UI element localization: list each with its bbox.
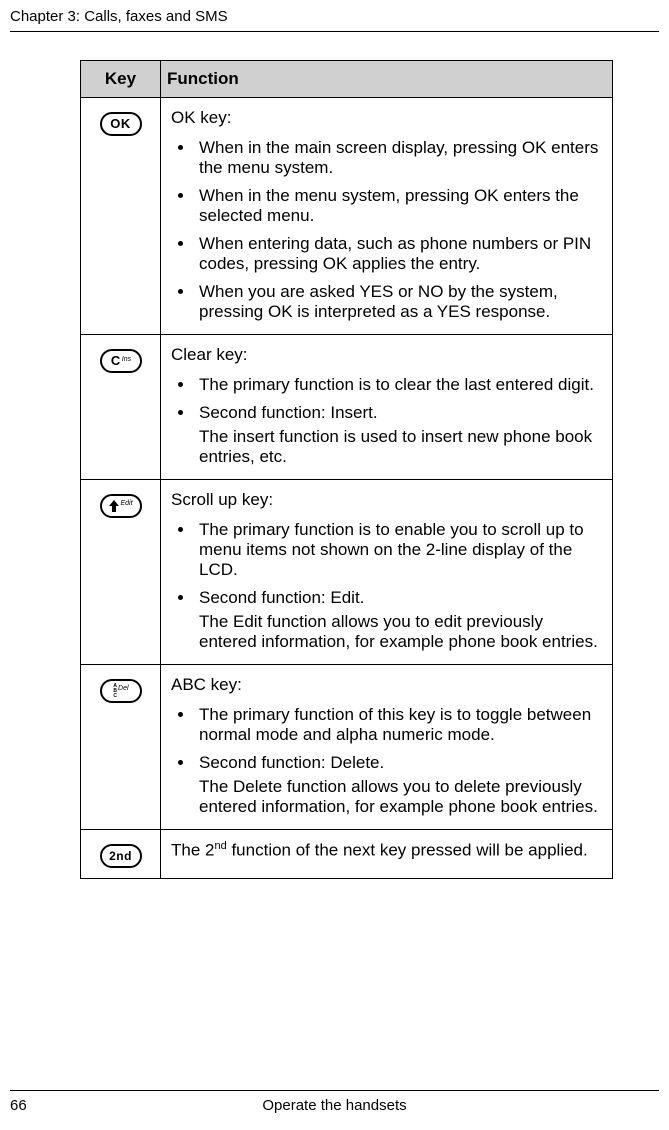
function-cell: The 2nd function of the next key pressed… — [161, 830, 613, 879]
list-item: When entering data, such as phone number… — [195, 234, 602, 274]
list-text: The primary function of this key is to t… — [199, 705, 591, 744]
function-cell: OK key: When in the main screen display,… — [161, 98, 613, 335]
key-cell-abc: ABCDel — [81, 665, 161, 830]
list-item: When in the menu system, pressing OK ent… — [195, 186, 602, 226]
function-cell: Scroll up key: The primary function is t… — [161, 480, 613, 665]
list-item: When you are asked YES or NO by the syst… — [195, 282, 602, 322]
function-plain-text: The 2nd function of the next key pressed… — [171, 840, 602, 861]
clear-key-icon: CIns — [100, 349, 142, 373]
key-cell-clear: CIns — [81, 335, 161, 480]
list-item: Second function: Delete. The Delete func… — [195, 753, 602, 817]
list-text: The primary function is to enable you to… — [199, 520, 584, 579]
list-text: When in the main screen display, pressin… — [199, 138, 598, 177]
list-text: When entering data, such as phone number… — [199, 234, 591, 273]
table-row: OK OK key: When in the main screen displ… — [81, 98, 613, 335]
abc-key-icon: ABCDel — [100, 679, 142, 703]
text-segment: function of the next key pressed will be… — [227, 841, 588, 860]
list-text: When you are asked YES or NO by the syst… — [199, 282, 558, 321]
table-row: ABCDel ABC key: The primary function of … — [81, 665, 613, 830]
scroll-up-key-icon: Edit — [100, 494, 142, 518]
list-item: The primary function of this key is to t… — [195, 705, 602, 745]
footer-row: 66 Operate the handsets — [10, 1097, 659, 1114]
chapter-title: Chapter 3: Calls, faxes and SMS — [10, 8, 228, 25]
function-list: The primary function is to enable you to… — [171, 520, 602, 652]
key-cell-2nd: 2nd — [81, 830, 161, 879]
page-footer: 66 Operate the handsets — [0, 1090, 669, 1114]
table-row: Edit Scroll up key: The primary function… — [81, 480, 613, 665]
second-function-key-icon: 2nd — [100, 844, 142, 868]
key-cell-scroll-up: Edit — [81, 480, 161, 665]
function-title: Scroll up key: — [171, 490, 602, 510]
key-sup-label: Del — [118, 685, 129, 692]
list-item: The primary function is to clear the las… — [195, 375, 602, 395]
list-item: When in the main screen display, pressin… — [195, 138, 602, 178]
table-header-row: Key Function — [81, 61, 613, 98]
function-title: OK key: — [171, 108, 602, 128]
list-text: When in the menu system, pressing OK ent… — [199, 186, 579, 225]
ok-key-icon: OK — [100, 112, 142, 136]
key-label: OK — [110, 116, 131, 131]
function-list: When in the main screen display, pressin… — [171, 138, 602, 322]
sub-note: The insert function is used to insert ne… — [199, 427, 602, 467]
table-row: CIns Clear key: The primary function is … — [81, 335, 613, 480]
ordinal-suffix: nd — [214, 840, 226, 852]
function-list: The primary function of this key is to t… — [171, 705, 602, 817]
footer-title: Operate the handsets — [80, 1097, 659, 1114]
key-sup-label: Edit — [120, 500, 132, 507]
key-label: 2nd — [109, 849, 132, 863]
function-title: Clear key: — [171, 345, 602, 365]
list-item: Second function: Edit. The Edit function… — [195, 588, 602, 652]
text-segment: The 2 — [171, 841, 214, 860]
col-header-key: Key — [81, 61, 161, 98]
key-sup-label: Ins — [122, 356, 131, 363]
page-number: 66 — [10, 1097, 80, 1114]
list-text: The primary function is to clear the las… — [199, 375, 594, 394]
table-row: 2nd The 2nd function of the next key pre… — [81, 830, 613, 879]
list-item: The primary function is to enable you to… — [195, 520, 602, 580]
key-label: C — [111, 353, 121, 368]
list-item: Second function: Insert. The insert func… — [195, 403, 602, 467]
page-header: Chapter 3: Calls, faxes and SMS — [0, 0, 669, 29]
arrow-up-icon — [109, 500, 119, 512]
abc-vertical-label: ABC — [113, 684, 117, 699]
page-content: Key Function OK OK key: When in the main… — [0, 32, 669, 879]
function-cell: ABC key: The primary function of this ke… — [161, 665, 613, 830]
function-cell: Clear key: The primary function is to cl… — [161, 335, 613, 480]
sub-note: The Delete function allows you to delete… — [199, 777, 602, 817]
sub-note: The Edit function allows you to edit pre… — [199, 612, 602, 652]
key-cell-ok: OK — [81, 98, 161, 335]
list-text: Second function: Insert. — [199, 403, 378, 422]
list-text: Second function: Delete. — [199, 753, 384, 772]
key-function-table: Key Function OK OK key: When in the main… — [80, 60, 613, 879]
function-list: The primary function is to clear the las… — [171, 375, 602, 467]
function-title: ABC key: — [171, 675, 602, 695]
footer-rule — [10, 1090, 659, 1091]
list-text: Second function: Edit. — [199, 588, 364, 607]
col-header-function: Function — [161, 61, 613, 98]
